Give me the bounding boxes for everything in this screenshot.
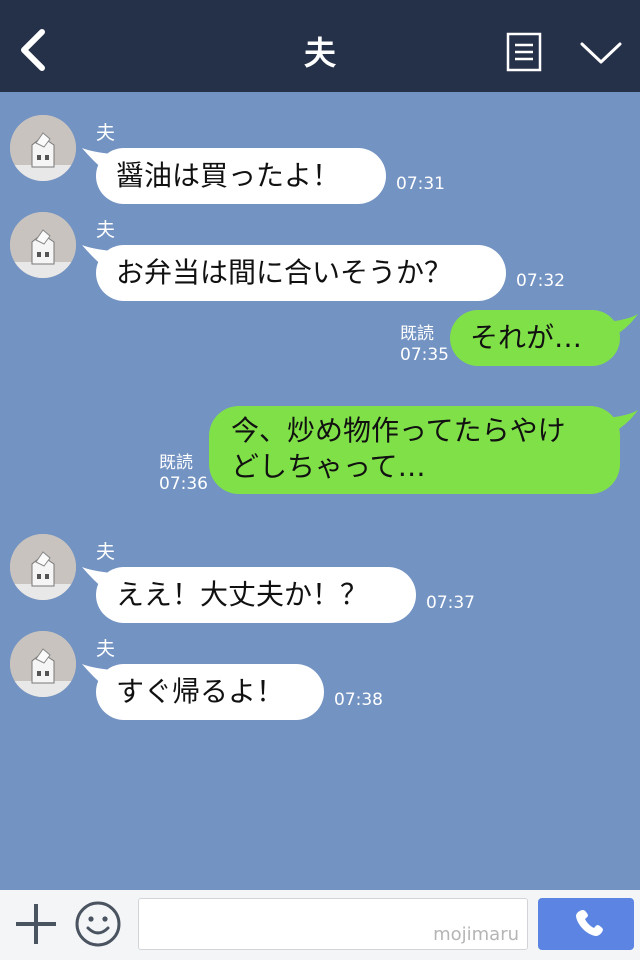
- plus-icon[interactable]: [14, 902, 58, 946]
- message-time: 07:37: [426, 593, 475, 613]
- chevron-down-icon[interactable]: [578, 38, 624, 68]
- message-text-line: どしちゃって…: [231, 450, 426, 483]
- message-text: お弁当は間に合いそうか？: [116, 256, 453, 289]
- avatar[interactable]: [10, 115, 76, 181]
- message-bubble-incoming[interactable]: ええ！大丈夫か！？: [96, 567, 416, 623]
- message-time: 07:35: [400, 345, 449, 365]
- message-bubble-outgoing[interactable]: 今、炒め物作ってたらやけ どしちゃって…: [209, 406, 620, 494]
- message-time: 07:31: [396, 174, 445, 194]
- message-text: ええ！大丈夫か！？: [116, 578, 369, 611]
- sender-name: 夫: [96, 638, 116, 660]
- read-receipt: 既読 07:35: [400, 324, 449, 366]
- message-text-line: 今、炒め物作ってたらやけ: [231, 414, 566, 447]
- call-button[interactable]: [538, 898, 634, 950]
- bubble-tail: [606, 410, 638, 432]
- message-bubble-incoming[interactable]: お弁当は間に合いそうか？: [96, 245, 506, 301]
- chat-area[interactable]: 夫 醤油は買ったよ！ 07:31 夫 お弁当は間に合いそうか？ 07:32 既読…: [0, 92, 640, 890]
- avatar-image: [10, 115, 76, 181]
- avatar[interactable]: [10, 534, 76, 600]
- bubble-tail: [606, 314, 638, 336]
- read-label: 既読: [400, 324, 434, 344]
- phone-icon: [576, 910, 603, 936]
- message-time: 07:36: [159, 474, 208, 494]
- message-text: 今、炒め物作ってたらやけ どしちゃって…: [209, 406, 620, 485]
- read-label: 既読: [159, 453, 193, 473]
- message-text: すぐ帰るよ！: [116, 675, 285, 708]
- chat-title: 夫: [303, 34, 336, 72]
- avatar[interactable]: [10, 212, 76, 278]
- message-time: 07:38: [334, 690, 383, 710]
- sender-name: 夫: [96, 541, 116, 563]
- avatar[interactable]: [10, 631, 76, 697]
- avatar-image: [10, 631, 76, 697]
- message-text: それが…: [470, 321, 583, 354]
- message-input[interactable]: mojimaru: [138, 898, 528, 950]
- message-bubble-outgoing[interactable]: それが…: [450, 310, 620, 366]
- message-text: 醤油は買ったよ！: [116, 159, 341, 192]
- chat-header: 夫: [0, 0, 640, 92]
- read-receipt: 既読 07:36: [159, 453, 208, 495]
- smiley-icon[interactable]: [74, 900, 122, 948]
- avatar-image: [10, 212, 76, 278]
- avatar-image: [10, 534, 76, 600]
- message-bubble-incoming[interactable]: すぐ帰るよ！: [96, 664, 324, 720]
- sender-name: 夫: [96, 219, 116, 241]
- sender-name: 夫: [96, 122, 116, 144]
- menu-list-icon[interactable]: [506, 32, 542, 72]
- message-time: 07:32: [516, 271, 565, 291]
- input-watermark: mojimaru: [433, 924, 519, 945]
- message-bubble-incoming[interactable]: 醤油は買ったよ！: [96, 148, 386, 204]
